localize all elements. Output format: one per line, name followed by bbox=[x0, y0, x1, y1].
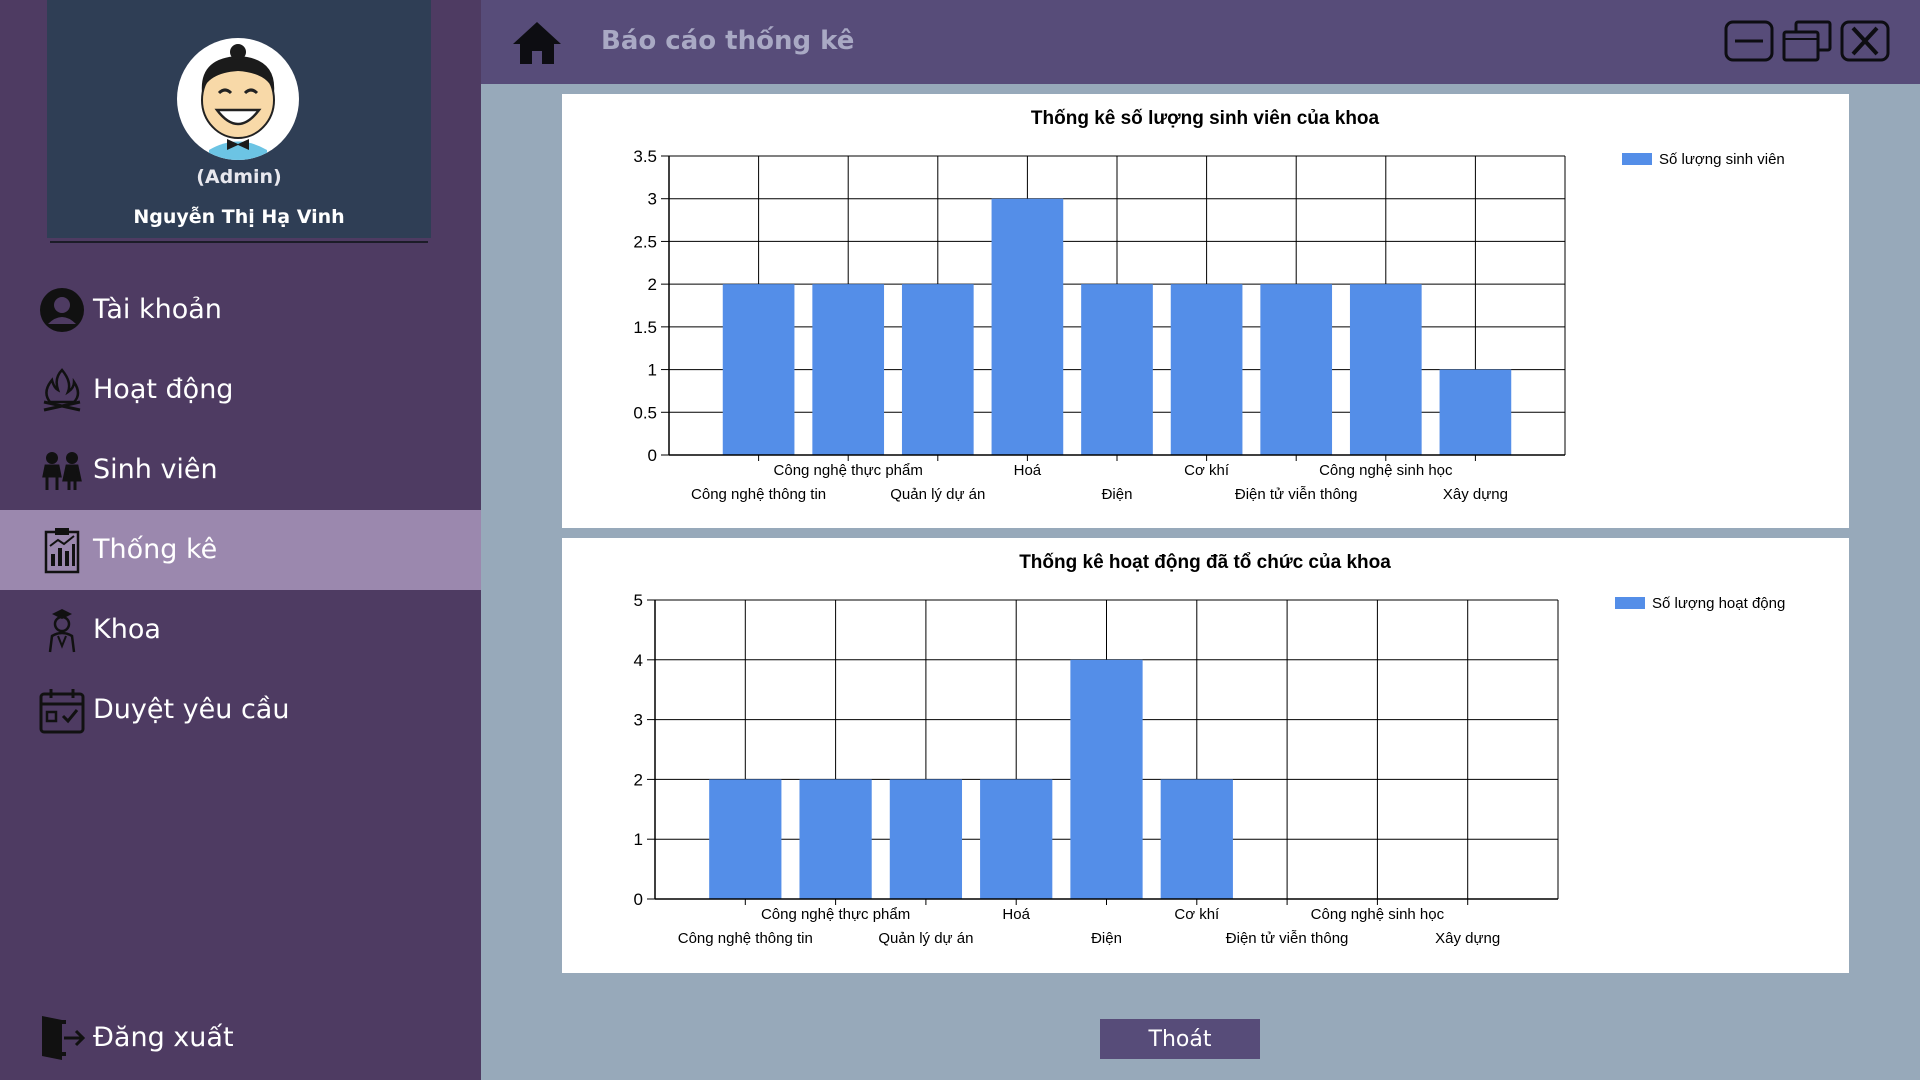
y-tick-label: 4 bbox=[634, 651, 643, 670]
bar bbox=[1349, 284, 1422, 455]
bar bbox=[991, 198, 1064, 455]
campfire-icon bbox=[43, 368, 81, 412]
category-label: Hoá bbox=[1002, 906, 1030, 923]
sidebar-item-sinh-vien[interactable]: Sinh viên bbox=[0, 430, 481, 510]
bar bbox=[1439, 369, 1512, 455]
bar bbox=[722, 284, 795, 455]
bar bbox=[799, 779, 872, 899]
avatar bbox=[177, 38, 299, 160]
y-tick-label: 3 bbox=[648, 190, 657, 209]
user-role: (Admin) bbox=[196, 166, 282, 188]
minimize-button[interactable] bbox=[1724, 20, 1774, 62]
y-tick-label: 1 bbox=[634, 830, 643, 849]
sidebar-item-duyet-yeu-cau[interactable]: Duyệt yêu cầu bbox=[0, 670, 481, 750]
bar bbox=[709, 779, 782, 899]
y-tick-label: 3 bbox=[634, 711, 643, 730]
y-tick-label: 2 bbox=[634, 770, 643, 789]
bar bbox=[1081, 284, 1153, 455]
bar bbox=[980, 779, 1053, 899]
user-name: Nguyễn Thị Hạ Vinh bbox=[133, 206, 345, 228]
category-label: Cơ khí bbox=[1184, 462, 1230, 479]
bar bbox=[812, 284, 885, 455]
sidebar-item-label: Khoa bbox=[93, 614, 161, 645]
students-icon bbox=[42, 452, 82, 490]
legend-label: Số lượng hoạt động bbox=[1652, 595, 1785, 612]
chart-title: Thống kê hoạt động đã tổ chức của khoa bbox=[1019, 552, 1391, 573]
category-label: Điện tử viễn thông bbox=[1226, 930, 1349, 947]
category-label: Công nghệ thông tin bbox=[678, 930, 813, 947]
y-tick-label: 2 bbox=[648, 275, 657, 294]
category-label: Công nghệ thực phẩm bbox=[761, 906, 910, 923]
category-label: Điện tử viễn thông bbox=[1235, 486, 1358, 503]
calendar-check-icon bbox=[39, 689, 85, 734]
maximize-button[interactable] bbox=[1782, 20, 1832, 62]
bar bbox=[1170, 284, 1243, 455]
logout-door-icon bbox=[42, 1016, 86, 1060]
sidebar-item-label: Duyệt yêu cầu bbox=[93, 694, 290, 725]
y-tick-label: 0.5 bbox=[633, 403, 657, 422]
category-label: Quản lý dự án bbox=[878, 930, 973, 947]
sidebar-item-tai-khoan[interactable]: Tài khoản bbox=[0, 270, 481, 350]
logout-label: Đăng xuất bbox=[93, 1022, 234, 1053]
category-label: Xây dựng bbox=[1443, 486, 1508, 503]
category-label: Quản lý dự án bbox=[890, 486, 985, 503]
category-label: Cơ khí bbox=[1174, 906, 1220, 923]
y-tick-label: 1 bbox=[648, 361, 657, 380]
logout-button[interactable]: Đăng xuất bbox=[0, 998, 481, 1078]
category-label: Điện bbox=[1102, 486, 1133, 503]
profile-divider bbox=[50, 241, 428, 243]
bar bbox=[1070, 659, 1143, 899]
sidebar-item-label: Thống kê bbox=[93, 534, 218, 565]
sidebar: (Admin) Nguyễn Thị Hạ Vinh Tài khoản Hoạ… bbox=[0, 0, 481, 1080]
activity-count-chart: Thống kê hoạt động đã tổ chức của khoa S… bbox=[634, 552, 1786, 947]
bar bbox=[901, 284, 974, 455]
sidebar-item-label: Tài khoản bbox=[93, 294, 222, 325]
close-button[interactable] bbox=[1840, 20, 1890, 62]
student-count-chart: Thống kê số lượng sinh viên của khoa Số … bbox=[633, 108, 1785, 503]
sidebar-item-khoa[interactable]: Khoa bbox=[0, 590, 481, 670]
sidebar-item-thong-ke[interactable]: Thống kê bbox=[0, 510, 481, 590]
profile-panel: (Admin) Nguyễn Thị Hạ Vinh bbox=[47, 0, 431, 238]
y-tick-label: 1.5 bbox=[633, 318, 657, 337]
home-icon[interactable] bbox=[511, 20, 563, 66]
bar bbox=[1160, 779, 1233, 899]
category-label: Công nghệ sinh học bbox=[1319, 462, 1453, 479]
teacher-icon bbox=[48, 609, 76, 653]
category-label: Công nghệ thực phẩm bbox=[774, 462, 923, 479]
y-tick-label: 3.5 bbox=[633, 147, 657, 166]
exit-button[interactable]: Thoát bbox=[1100, 1019, 1260, 1059]
y-tick-label: 0 bbox=[648, 446, 657, 465]
student-count-chart-card: Thống kê số lượng sinh viên của khoa Số … bbox=[562, 94, 1849, 528]
sidebar-item-label: Hoạt động bbox=[93, 374, 234, 405]
y-tick-label: 2.5 bbox=[633, 232, 657, 251]
legend-swatch bbox=[1622, 153, 1652, 165]
page-title: Báo cáo thống kê bbox=[601, 26, 855, 56]
legend-swatch bbox=[1615, 597, 1645, 609]
y-tick-label: 0 bbox=[634, 890, 643, 909]
category-label: Công nghệ thông tin bbox=[691, 486, 826, 503]
bar bbox=[889, 779, 963, 899]
legend-label: Số lượng sinh viên bbox=[1659, 151, 1785, 168]
report-chart-icon bbox=[44, 528, 80, 574]
category-label: Điện bbox=[1091, 930, 1122, 947]
y-tick-label: 5 bbox=[634, 591, 643, 610]
sidebar-item-hoat-dong[interactable]: Hoạt động bbox=[0, 350, 481, 430]
bar bbox=[1260, 284, 1333, 455]
chart-title: Thống kê số lượng sinh viên của khoa bbox=[1031, 108, 1380, 129]
activity-count-chart-card: Thống kê hoạt động đã tổ chức của khoa S… bbox=[562, 538, 1849, 973]
category-label: Xây dựng bbox=[1435, 930, 1500, 947]
sidebar-item-label: Sinh viên bbox=[93, 454, 218, 485]
user-circle-icon bbox=[40, 288, 84, 332]
category-label: Công nghệ sinh học bbox=[1311, 906, 1445, 923]
title-bar: Báo cáo thống kê bbox=[481, 0, 1920, 84]
category-label: Hoá bbox=[1014, 462, 1042, 479]
